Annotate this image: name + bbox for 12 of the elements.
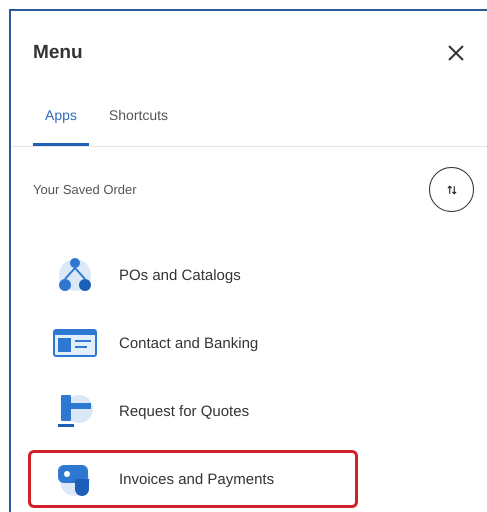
sort-button[interactable] [429,167,474,212]
menu-item[interactable]: POs and Catalogs [28,246,358,304]
menu-item[interactable]: Request for Quotes [28,382,358,440]
menu-item[interactable]: Contact and Banking [28,314,358,372]
sort-icon [446,184,458,196]
menu-item[interactable]: Invoices and Payments [28,450,358,508]
tab[interactable]: Shortcuts [96,101,180,146]
close-icon[interactable] [447,44,465,62]
panel-title: Menu [33,42,83,64]
id-card-icon [53,327,97,359]
tab[interactable]: Apps [33,101,89,146]
section-label: Your Saved Order [33,182,137,197]
